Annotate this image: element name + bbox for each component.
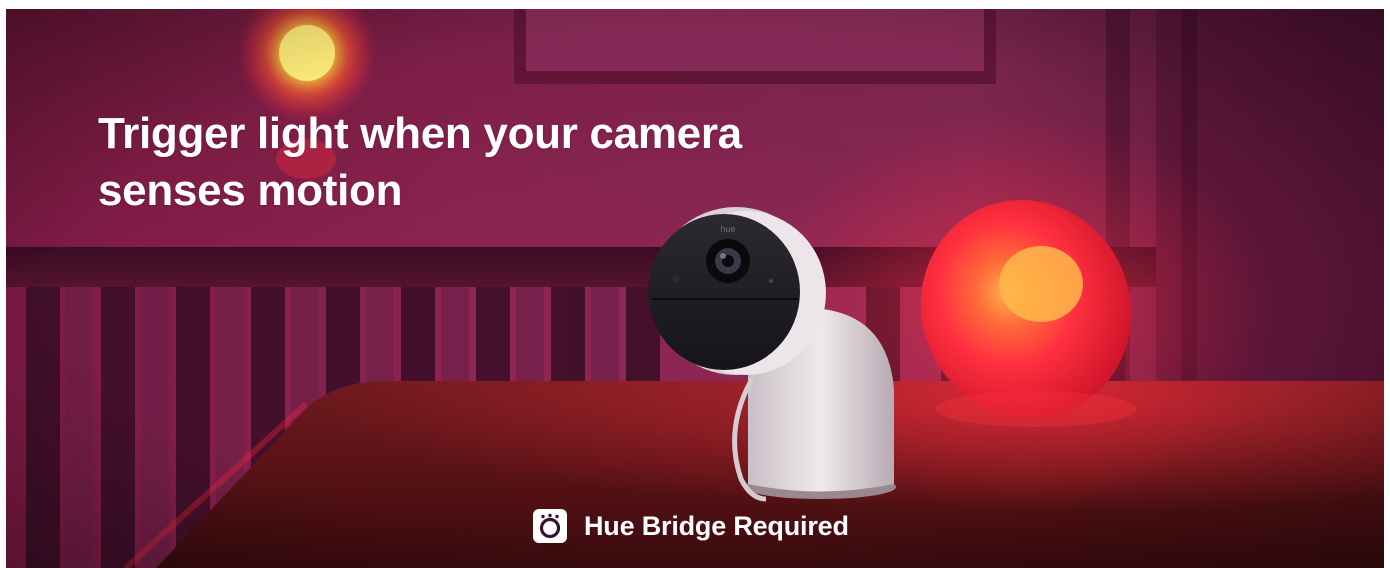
hue-bridge-icon: [533, 509, 567, 543]
badge-label: Hue Bridge Required: [584, 510, 849, 541]
hero-photo: hue: [6, 9, 1384, 568]
headline-line-1: Trigger light when your camera: [98, 109, 742, 158]
hero-headline: Trigger light when your camera senses mo…: [98, 105, 858, 219]
requirement-badge: Hue Bridge Required: [532, 506, 849, 546]
headline-line-2: senses motion: [98, 166, 403, 215]
hero-banner: hue Trigger light when your camera sense…: [6, 9, 1384, 568]
